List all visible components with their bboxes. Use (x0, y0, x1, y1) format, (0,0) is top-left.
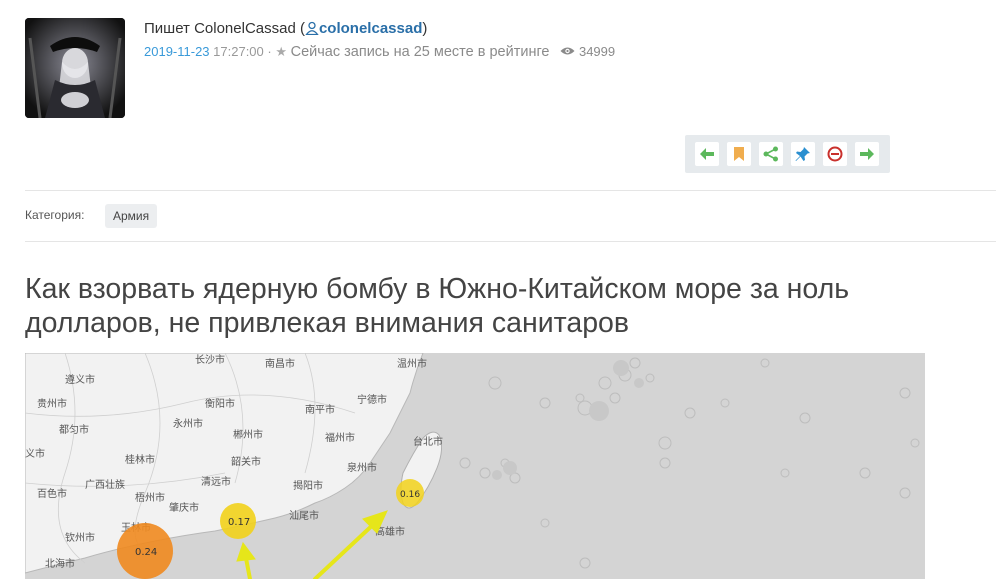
svg-text:永州市: 永州市 (173, 417, 203, 430)
svg-text:百色市: 百色市 (37, 487, 67, 500)
pin-icon (795, 147, 810, 161)
byline-suffix: ) (422, 20, 428, 37)
svg-text:韶关市: 韶关市 (231, 455, 261, 468)
svg-text:清远市: 清远市 (201, 475, 231, 488)
svg-text:南平市: 南平市 (305, 403, 335, 416)
divider (25, 241, 996, 242)
svg-text:钦州市: 钦州市 (65, 531, 95, 544)
svg-text:广西壮族: 广西壮族 (85, 478, 125, 491)
svg-text:长沙市: 长沙市 (195, 353, 225, 366)
rating-link[interactable]: Сейчас запись на 25 месте в рейтинге (291, 44, 550, 60)
user-icon[interactable] (305, 21, 319, 36)
marker-label: 0.17 (228, 517, 250, 528)
svg-text:福州市: 福州市 (325, 431, 355, 444)
block-icon (827, 146, 843, 162)
author-avatar[interactable] (25, 18, 125, 118)
post-time: 17:27:00 (209, 44, 264, 59)
svg-text:郴州市: 郴州市 (233, 428, 263, 441)
post-date-link[interactable]: 2019-11-23 (144, 44, 210, 59)
arrow-right-icon (860, 148, 874, 160)
bookmark-icon (734, 147, 744, 161)
bookmark-button[interactable] (727, 142, 751, 166)
star-icon: ★ (275, 44, 287, 59)
post-title: Как взорвать ядерную бомбу в Южно-Китайс… (25, 273, 850, 339)
svg-text:泉州市: 泉州市 (347, 461, 377, 474)
next-post-button[interactable] (855, 142, 879, 166)
svg-text:温州市: 温州市 (397, 357, 427, 370)
category-label: Категория: (25, 208, 85, 222)
svg-text:梧州市: 梧州市 (135, 491, 165, 504)
author-byline: Пишет ColonelCassad ( colonelcassad) (144, 20, 427, 37)
eye-icon (560, 44, 575, 55)
block-button[interactable] (823, 142, 847, 166)
post-map-image: 长沙市 南昌市 温州市 遵义市 贵州市 衡阳市 南平市 宁德市 都匀市 永州市 郴州市 福州市 … (25, 353, 925, 579)
category-tag[interactable]: Армия (105, 204, 158, 228)
svg-text:台北市: 台北市 (413, 435, 443, 448)
meta-separator: · (263, 44, 276, 59)
svg-text:桂林市: 桂林市 (125, 453, 155, 466)
svg-text:衡阳市: 衡阳市 (205, 397, 235, 410)
svg-text:宁德市: 宁德市 (357, 393, 387, 406)
svg-text:汕尾市: 汕尾市 (289, 509, 319, 522)
pin-button[interactable] (791, 142, 815, 166)
author-username-link[interactable]: colonelcassad (319, 20, 422, 37)
svg-text:揭阳市: 揭阳市 (293, 479, 323, 492)
post-meta: 2019-11-23 17:27:00 · ★ Сейчас запись на… (144, 44, 615, 60)
share-button[interactable] (759, 142, 783, 166)
svg-text:南昌市: 南昌市 (265, 357, 295, 370)
post-toolbar (685, 135, 890, 173)
marker-label: 0.16 (400, 490, 420, 500)
arrow-left-icon (700, 148, 714, 160)
marker-label: 0.24 (135, 547, 157, 558)
previous-post-button[interactable] (695, 142, 719, 166)
svg-text:肇庆市: 肇庆市 (169, 501, 199, 514)
view-count: 34999 (578, 44, 616, 59)
svg-text:遵义市: 遵义市 (65, 373, 95, 386)
svg-text:义市: 义市 (25, 447, 45, 460)
divider (25, 190, 996, 191)
share-icon (763, 146, 778, 162)
svg-text:贵州市: 贵州市 (37, 397, 67, 410)
svg-text:都匀市: 都匀市 (59, 423, 89, 436)
svg-text:北海市: 北海市 (45, 557, 75, 570)
byline-prefix: Пишет ColonelCassad ( (144, 20, 305, 37)
